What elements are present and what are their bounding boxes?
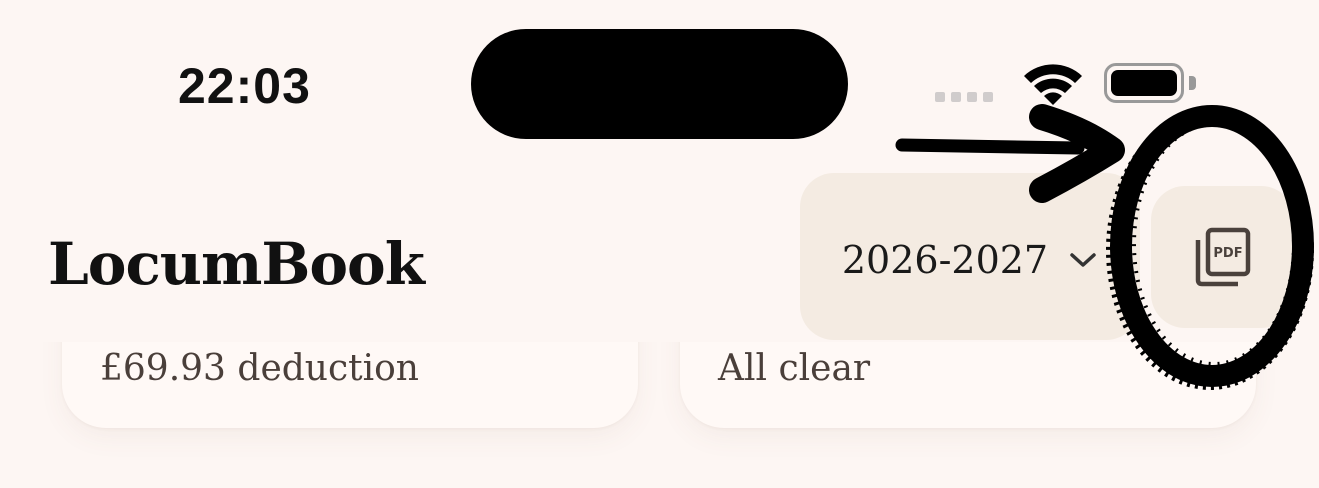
card-subtitle: £69.93 deduction	[100, 348, 419, 389]
app-title: LocumBook	[48, 230, 425, 298]
chevron-down-icon	[1070, 252, 1096, 267]
pdf-icon-text: PDF	[1213, 246, 1242, 261]
status-time: 22:03	[178, 58, 311, 114]
card-subtitle: All clear	[718, 348, 871, 389]
battery-icon	[1104, 63, 1184, 103]
pdf-export-icon: PDF	[1195, 227, 1251, 287]
battery-cap	[1189, 76, 1196, 90]
dynamic-island	[471, 29, 848, 139]
year-selector[interactable]: 2026-2027	[800, 173, 1140, 340]
wifi-icon	[1024, 64, 1082, 105]
year-selector-value: 2026-2027	[841, 237, 1049, 282]
cellular-signal-icon	[935, 92, 993, 102]
export-pdf-button[interactable]: PDF	[1151, 186, 1295, 328]
